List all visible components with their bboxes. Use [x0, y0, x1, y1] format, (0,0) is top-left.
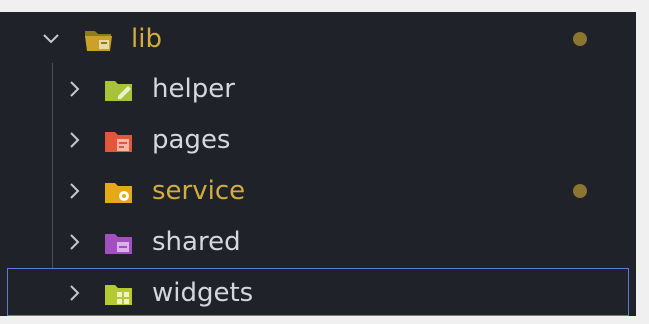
- folder-service-icon: [104, 180, 134, 204]
- tree-item-label: helper: [152, 74, 235, 104]
- tree-item-widgets[interactable]: widgets: [7, 268, 629, 316]
- tree-item-shared[interactable]: shared: [7, 218, 629, 266]
- modified-dot-indicator: [573, 184, 587, 198]
- tree-item-lib[interactable]: lib: [7, 15, 629, 63]
- tree-item-label: service: [152, 176, 246, 206]
- folder-widgets-icon: [104, 282, 134, 306]
- tree-item-helper[interactable]: helper: [7, 65, 629, 113]
- top-border: [0, 0, 649, 12]
- modified-dot-indicator: [573, 32, 587, 46]
- tree-item-label: shared: [152, 227, 241, 257]
- file-explorer: lib helper pages service shared widgets: [0, 0, 649, 324]
- chevron-right-icon[interactable]: [65, 269, 85, 317]
- tree-item-label: lib: [131, 24, 162, 54]
- bottom-border: [0, 316, 649, 324]
- chevron-right-icon[interactable]: [65, 65, 85, 113]
- folder-helper-icon: [104, 78, 134, 102]
- chevron-right-icon[interactable]: [65, 167, 85, 215]
- tree-item-pages[interactable]: pages: [7, 116, 629, 164]
- chevron-right-icon[interactable]: [65, 116, 85, 164]
- tree-item-label: pages: [152, 125, 231, 155]
- chevron-down-icon[interactable]: [41, 15, 61, 63]
- folder-pages-icon: [104, 129, 134, 153]
- tree-item-service[interactable]: service: [7, 167, 629, 215]
- tree-item-label: widgets: [152, 278, 254, 308]
- folder-shared-icon: [104, 231, 134, 255]
- folder-lib-open-icon: [84, 28, 114, 52]
- chevron-right-icon[interactable]: [65, 218, 85, 266]
- right-border: [636, 0, 649, 324]
